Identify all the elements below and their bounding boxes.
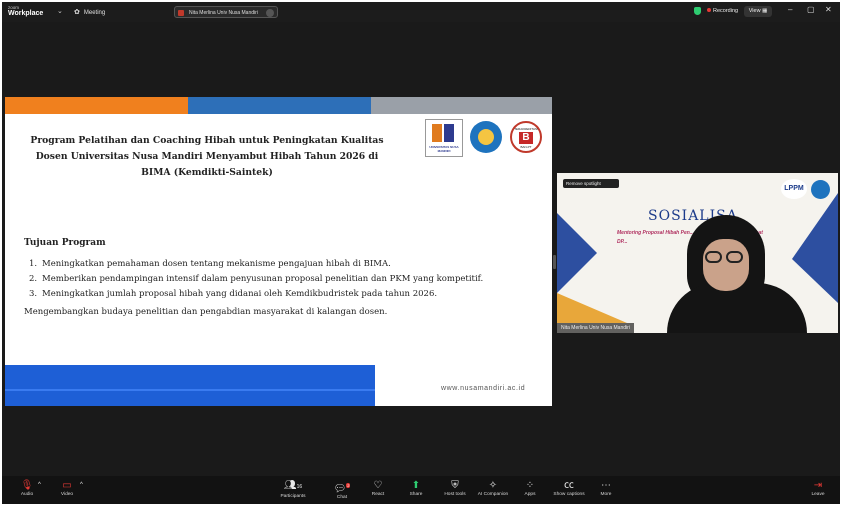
chat-label: Chat [336, 495, 348, 501]
apps-label: Apps [524, 492, 536, 497]
glasses-left [705, 251, 722, 263]
shield-icon: ⛨ [451, 480, 459, 491]
tab-label: Nita Merlina Univ Nusa Mandiri [189, 10, 258, 16]
participant-name: Nita Merlina Univ Nusa Mandiri [557, 323, 634, 333]
host-tools-label: Host tools [444, 492, 466, 497]
leave-button[interactable]: ⇥ Leave [808, 479, 828, 497]
sparkle-icon: ✧ [488, 480, 498, 491]
react-button[interactable]: ♡ React [368, 479, 388, 497]
logo-block-orange [432, 124, 442, 142]
view-label: View [748, 8, 761, 14]
split-view-handle[interactable] [553, 255, 556, 269]
mic-muted-icon: 🎙︎ [20, 480, 34, 491]
more-button[interactable]: ⋯ More [596, 479, 616, 497]
recording-indicator[interactable]: Recording [707, 8, 738, 14]
tut-wuri-emblem [478, 129, 494, 145]
chat-button[interactable]: 💬︎2 Chat [332, 479, 352, 500]
list-item: 1. Meningkatkan pemahaman dosen tentang m… [29, 259, 391, 269]
captions-label: Show captions [553, 492, 585, 497]
accreditation-grade: B [519, 132, 533, 144]
title-bar: zoom Workplace ⌄ ✿ Meeting Nita Merlina U… [2, 2, 840, 22]
view-grid-icon: ▦ [762, 8, 768, 14]
video-button[interactable]: ▭ Video [56, 479, 78, 497]
video-options-caret[interactable]: ^ [80, 479, 83, 492]
lppm-logo: LPPM [781, 179, 807, 199]
record-dot-icon [707, 8, 711, 12]
share-button[interactable]: ⬆ Share [406, 479, 426, 497]
apps-button[interactable]: ⁘ Apps [520, 479, 540, 497]
app-name: Workplace [8, 10, 44, 17]
participants-count: 16 [296, 484, 303, 490]
share-screen-icon: ⬆ [411, 480, 421, 491]
accreditation-bottom: BAN-PT [520, 145, 532, 149]
zoom-window: zoom Workplace ⌄ ✿ Meeting Nita Merlina U… [2, 2, 840, 504]
participant-video[interactable]: SOSIALISA Mentoring Proposal Hibah Pen..… [557, 173, 838, 333]
slide-blue-line [5, 389, 375, 391]
tut-wuri-logo [470, 121, 502, 153]
list-item: 2. Memberikan pendampingan intensif dalam… [29, 274, 484, 284]
logo-block-blue [444, 124, 454, 142]
slide-url: www.nusamandiri.ac.id [441, 385, 526, 392]
audio-options-caret[interactable]: ^ [38, 479, 41, 492]
slide-band-gray [371, 97, 552, 114]
paw-icon: ✿ [74, 9, 80, 16]
tab-favicon-icon [178, 10, 184, 16]
slide-band-orange [5, 97, 188, 114]
leave-label: Leave [811, 492, 825, 497]
chat-badge: 2 [346, 483, 351, 488]
meeting-tab[interactable]: Nita Merlina Univ Nusa Mandiri [174, 6, 278, 18]
camera-off-icon: ▭ [62, 480, 72, 491]
app-logo: zoom Workplace [8, 5, 43, 17]
chevron-up-icon: ^ [80, 482, 83, 488]
objectives-list: 1. Meningkatkan pemahaman dosen tentang m… [29, 257, 483, 302]
captions-button[interactable]: ㏄ Show captions [550, 479, 588, 497]
university-logo-text: UNIVERSITAS NUSA MANDIRI [429, 145, 459, 153]
accreditation-logo: TERAKREDITASI B BAN-PT [510, 121, 542, 153]
meeting-menu[interactable]: ✿ Meeting [74, 8, 105, 16]
more-label: More [600, 492, 612, 497]
chevron-down-icon[interactable]: ⌄ [57, 7, 63, 15]
recording-label: Recording [713, 8, 739, 14]
shared-screen: Program Pelatihan dan Coaching Hibah unt… [5, 97, 552, 406]
list-item: 3. Meningkatkan jumlah proposal hibah yan… [29, 289, 438, 299]
meeting-label: Meeting [83, 10, 106, 16]
tut-wuri-logo-small [811, 180, 830, 199]
slide-blue-bar [5, 365, 375, 406]
maximize-icon[interactable]: ▢ [807, 5, 815, 14]
slide-footer-text: Mengembangkan budaya penelitian dan peng… [24, 307, 388, 317]
view-button[interactable]: View ▦ [744, 6, 772, 17]
participant-face [703, 239, 749, 291]
participants-button[interactable]: 👥︎16 Participants [276, 479, 310, 499]
chat-icon: 💬︎2 [333, 483, 351, 495]
glasses-right [726, 251, 743, 263]
participants-icon: 👥︎16 [283, 480, 303, 491]
minimize-icon[interactable]: – [788, 5, 792, 14]
audio-label: Audio [20, 492, 34, 497]
heart-icon: ♡ [373, 480, 383, 491]
university-logo: UNIVERSITAS NUSA MANDIRI [425, 119, 463, 157]
slide-title: Program Pelatihan dan Coaching Hibah unt… [30, 135, 384, 178]
share-label: Share [409, 492, 423, 497]
leave-icon: ⇥ [813, 480, 823, 491]
ai-companion-button[interactable]: ✧ AI Companion [474, 479, 512, 497]
more-icon: ⋯ [601, 480, 611, 491]
ai-companion-label: AI Companion [477, 492, 509, 497]
meeting-toolbar: 🎙︎ Audio ^ ▭ Video ^ 👥︎16 Participants 💬… [2, 476, 840, 504]
captions-icon: ㏄ [564, 480, 574, 491]
audio-button[interactable]: 🎙︎ Audio [16, 479, 38, 497]
participants-label: Participants [280, 494, 306, 499]
slide-band-blue [188, 97, 371, 114]
shield-icon[interactable] [694, 7, 701, 15]
video-label: Video [60, 492, 74, 497]
remove-spotlight-button[interactable]: Remove spotlight [563, 179, 619, 188]
objectives-heading: Tujuan Program [24, 238, 106, 248]
apps-icon: ⁘ [525, 480, 535, 491]
react-label: React [371, 492, 385, 497]
tab-close-icon[interactable] [266, 9, 274, 17]
chevron-up-icon: ^ [38, 482, 41, 488]
accreditation-top: TERAKREDITASI [514, 127, 538, 131]
close-icon[interactable]: ✕ [825, 5, 832, 14]
host-tools-button[interactable]: ⛨ Host tools [442, 479, 468, 497]
